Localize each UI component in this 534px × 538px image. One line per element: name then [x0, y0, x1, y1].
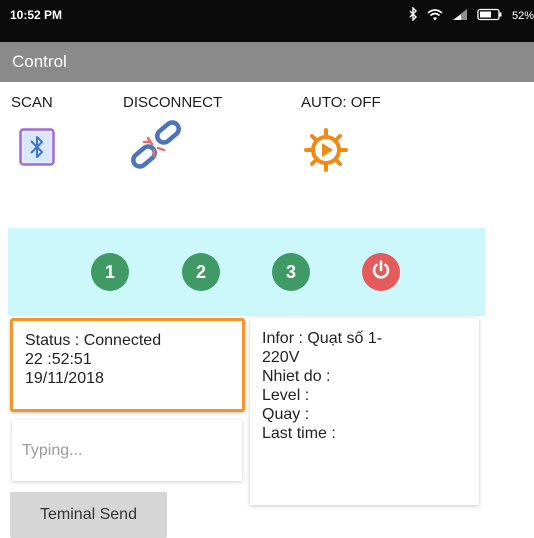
speed-2-button[interactable]: 2 [182, 253, 220, 291]
auto-label: AUTO: OFF [301, 94, 381, 111]
status-text: Status : Connected [25, 332, 162, 349]
disconnect-label: DISCONNECT [123, 94, 223, 111]
clock: 10:52 PM [10, 8, 63, 22]
bluetooth-icon [408, 6, 418, 24]
bluetooth-icon [19, 128, 55, 170]
scan-label: SCAN [11, 94, 53, 111]
system-status-bar: 10:52 PM 52% [0, 0, 534, 42]
connection-status-box: Status : Connected 22 :52:51 19/11/2018 [10, 318, 245, 412]
scan-command: SCAN [11, 94, 53, 111]
info-level: Level : [262, 387, 310, 404]
battery-percent: 52% [511, 9, 534, 22]
disconnect-button[interactable] [122, 120, 190, 177]
control-panel: 1 2 3 [8, 228, 485, 316]
info-rotation: Quay : [262, 406, 310, 423]
device-info-box: Infor : Quạt số 1- 220V Nhiet do : Level… [250, 318, 479, 505]
info-last-time: Last time : [262, 425, 336, 442]
disconnect-command: DISCONNECT [123, 94, 222, 111]
status-date: 19/11/2018 [25, 370, 104, 387]
info-name: Infor : Quạt số 1- [262, 330, 383, 347]
info-voltage: 220V [262, 349, 300, 366]
power-icon [370, 259, 392, 286]
power-button[interactable] [362, 253, 400, 291]
auto-sun-play-icon [304, 128, 348, 176]
terminal-send-button[interactable]: Teminal Send [10, 492, 167, 538]
terminal-input[interactable] [12, 420, 242, 481]
app-title-bar: Control [0, 42, 534, 82]
page-title: Control [12, 52, 67, 71]
speed-1-button[interactable]: 1 [91, 253, 129, 291]
status-time: 22 :52:51 [25, 351, 92, 368]
auto-command: AUTO: OFF [301, 94, 381, 111]
info-temperature: Nhiet do : [262, 368, 331, 385]
broken-link-icon [122, 120, 190, 176]
signal-icon [452, 8, 468, 24]
battery-icon [477, 8, 503, 24]
status-icons: 52% [408, 6, 534, 24]
speed-3-button[interactable]: 3 [272, 253, 310, 291]
wifi-icon [427, 8, 443, 24]
auto-toggle-button[interactable] [304, 128, 348, 177]
scan-button[interactable] [19, 128, 55, 171]
